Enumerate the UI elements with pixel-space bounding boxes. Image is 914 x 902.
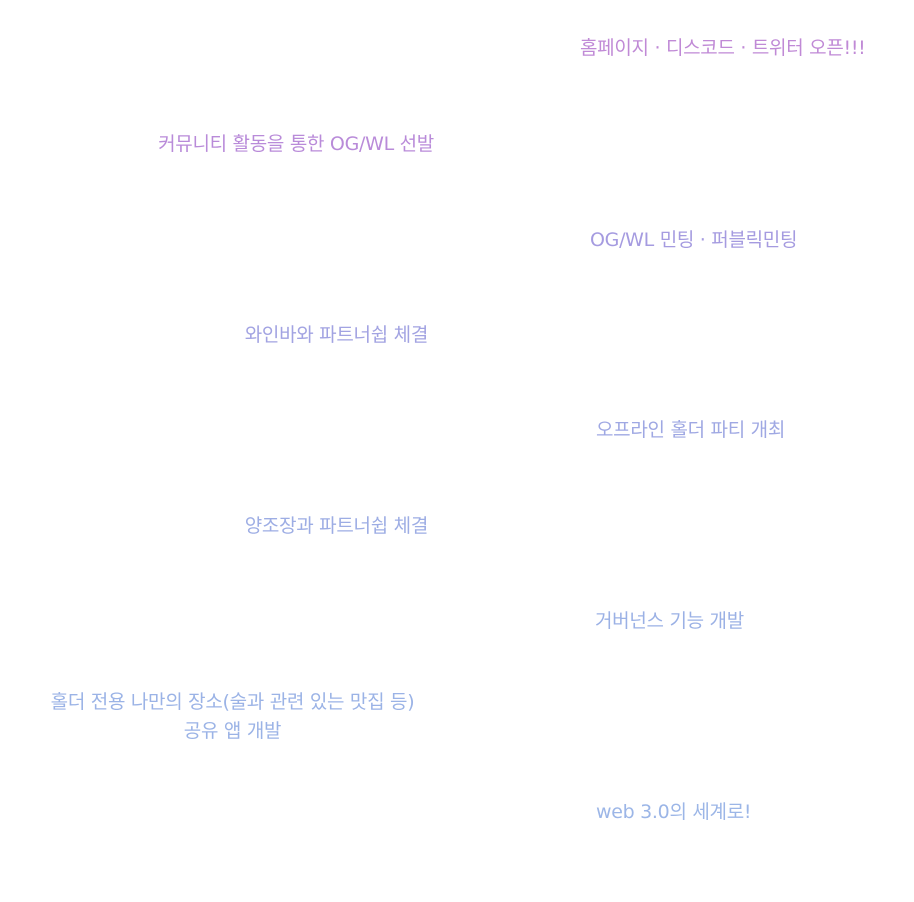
roadmap-item-holder-app-line-2: 공유 앱 개발 <box>183 720 282 742</box>
roadmap-item-brewery-partnership: 양조장과 파트너쉽 체결 <box>244 515 429 537</box>
roadmap-item-holder-app: 홀더 전용 나만의 장소(술과 관련 있는 맛집 등) 공유 앱 개발 <box>40 688 425 746</box>
roadmap-item-governance: 거버넌스 기능 개발 <box>595 610 744 632</box>
roadmap-item-winebar-partnership: 와인바와 파트너쉽 체결 <box>244 324 429 346</box>
roadmap-item-minting: OG/WL 민팅 · 퍼블릭민팅 <box>590 229 798 251</box>
roadmap-item-website-open: 홈페이지 · 디스코드 · 트위터 오픈!!! <box>580 37 866 59</box>
roadmap-item-web3: web 3.0의 세계로! <box>596 801 752 823</box>
roadmap-item-og-wl-selection: 커뮤니티 활동을 통한 OG/WL 선발 <box>158 133 434 155</box>
roadmap-item-holder-app-line-1: 홀더 전용 나만의 장소(술과 관련 있는 맛집 등) <box>50 691 415 713</box>
roadmap-item-holder-party: 오프라인 홀더 파티 개최 <box>596 419 786 441</box>
